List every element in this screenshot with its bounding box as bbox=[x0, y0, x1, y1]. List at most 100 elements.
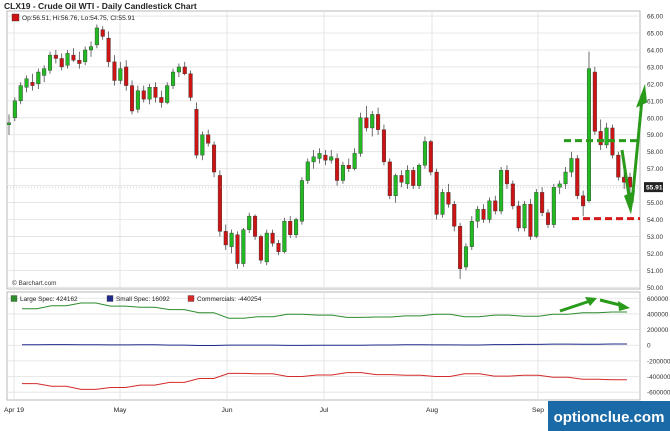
candle-body bbox=[118, 68, 123, 81]
x-tick-label: May bbox=[114, 407, 127, 414]
candle-body bbox=[323, 154, 328, 161]
candle-body bbox=[194, 109, 199, 156]
x-tick-label: Apr 19 bbox=[4, 407, 24, 414]
candle-body bbox=[399, 175, 404, 183]
candle-body bbox=[598, 131, 603, 146]
watermark-text: optionclue.com bbox=[554, 409, 665, 426]
candle-body bbox=[311, 156, 316, 163]
price-y-tick-label: 55.00 bbox=[647, 200, 663, 207]
candle-body bbox=[381, 129, 386, 163]
candle-body bbox=[346, 165, 351, 169]
candle-body bbox=[270, 232, 275, 244]
candle-body bbox=[112, 61, 117, 81]
candle-body bbox=[42, 68, 47, 76]
price-y-tick-label: 52.00 bbox=[647, 251, 663, 258]
candle-body bbox=[258, 236, 263, 261]
candle-body bbox=[305, 161, 310, 181]
candle-body bbox=[241, 229, 246, 264]
candle-body bbox=[223, 231, 228, 246]
cot-legend-label: Commercials: -440254 bbox=[197, 296, 262, 303]
candle-body bbox=[106, 37, 111, 63]
candle-body bbox=[551, 187, 556, 225]
candle-body bbox=[153, 87, 158, 98]
candle-body bbox=[94, 27, 99, 46]
candle-body bbox=[469, 220, 474, 247]
candle-body bbox=[30, 81, 35, 86]
candle-body bbox=[206, 134, 211, 144]
candle-body bbox=[253, 215, 258, 237]
chart: 66.00 65.00 64.00 63.00 62.00 61.00 60.00 59.00… bbox=[4, 10, 670, 431]
candle-body bbox=[71, 54, 76, 61]
candle-body bbox=[493, 200, 498, 212]
candle-body bbox=[317, 153, 322, 159]
candle-body bbox=[188, 73, 193, 98]
candle-body bbox=[182, 66, 187, 74]
cot-legend-label: Large Spec: 424162 bbox=[20, 296, 78, 303]
candle-body bbox=[159, 97, 164, 103]
candle-body bbox=[516, 205, 521, 229]
candle-body bbox=[475, 209, 480, 222]
candle-body bbox=[528, 204, 533, 237]
cot-y-tick-label: 400000 bbox=[647, 311, 669, 318]
cot-y-tick-label: -400000 bbox=[647, 374, 670, 381]
candle-body bbox=[557, 183, 562, 188]
candle-body bbox=[563, 171, 568, 185]
candle-body bbox=[83, 49, 88, 63]
price-y-tick-label: 63.00 bbox=[647, 64, 663, 71]
candle-body bbox=[440, 192, 445, 215]
price-y-tick-label: 66.00 bbox=[647, 14, 663, 21]
candle-body bbox=[358, 117, 363, 154]
price-y-tick-label: 57.00 bbox=[647, 166, 663, 173]
candle-body bbox=[65, 53, 70, 66]
price-y-tick-label: 64.00 bbox=[647, 47, 663, 54]
candle-body bbox=[299, 180, 304, 222]
price-y-tick-label: 54.00 bbox=[647, 217, 663, 224]
candle-body bbox=[575, 158, 580, 196]
cot-y-tick-label: -600000 bbox=[647, 390, 670, 397]
candle-body bbox=[89, 46, 94, 51]
candle-body bbox=[592, 71, 597, 132]
candle-body bbox=[452, 204, 457, 227]
candle-body bbox=[264, 232, 269, 263]
credit-text: © Barchart.com bbox=[12, 279, 57, 287]
last-price-label: 55.91 bbox=[646, 185, 663, 192]
candle-body bbox=[540, 192, 545, 213]
candle-body bbox=[24, 78, 29, 88]
candle-body bbox=[446, 192, 451, 205]
candle-body bbox=[276, 243, 281, 252]
price-y-tick-label: 53.00 bbox=[647, 234, 663, 241]
x-tick-label: Sep bbox=[532, 407, 544, 414]
candle-body bbox=[130, 85, 135, 112]
candle-body bbox=[36, 71, 41, 85]
candle-body bbox=[294, 219, 299, 235]
candle-body bbox=[534, 192, 539, 237]
candle-body bbox=[229, 232, 234, 247]
candle-body bbox=[604, 127, 609, 146]
candle-body bbox=[59, 58, 64, 68]
candle-body bbox=[165, 85, 170, 103]
x-tick-label: Jun bbox=[222, 407, 233, 414]
candle-body bbox=[124, 66, 129, 86]
candle-body bbox=[481, 209, 486, 220]
price-y-tick-label: 59.00 bbox=[647, 132, 663, 139]
candle-body bbox=[545, 212, 550, 225]
cot-legend-swatch bbox=[187, 295, 195, 302]
candle-body bbox=[393, 175, 398, 196]
cot-y-tick-label: -200000 bbox=[647, 358, 670, 365]
candle-body bbox=[370, 114, 375, 129]
candle-body bbox=[504, 170, 509, 185]
cot-y-tick-label: 0 bbox=[647, 343, 651, 350]
price-y-tick-label: 60.00 bbox=[647, 115, 663, 122]
cot-legend-swatch bbox=[10, 295, 18, 302]
candle-body bbox=[282, 220, 287, 252]
price-y-tick-label: 51.00 bbox=[647, 268, 663, 275]
candle-body bbox=[422, 141, 427, 166]
price-y-tick-label: 65.00 bbox=[647, 31, 663, 38]
candle-body bbox=[12, 100, 17, 118]
candle-body bbox=[47, 54, 53, 71]
candle-body bbox=[335, 158, 340, 181]
candle-body bbox=[428, 141, 433, 173]
ohlc-legend: Op:56.51, Hi:56.76, Lo:54.75, Cl:55.91 bbox=[22, 15, 135, 22]
candle-body bbox=[586, 68, 592, 202]
x-tick-label: Aug bbox=[426, 407, 438, 414]
